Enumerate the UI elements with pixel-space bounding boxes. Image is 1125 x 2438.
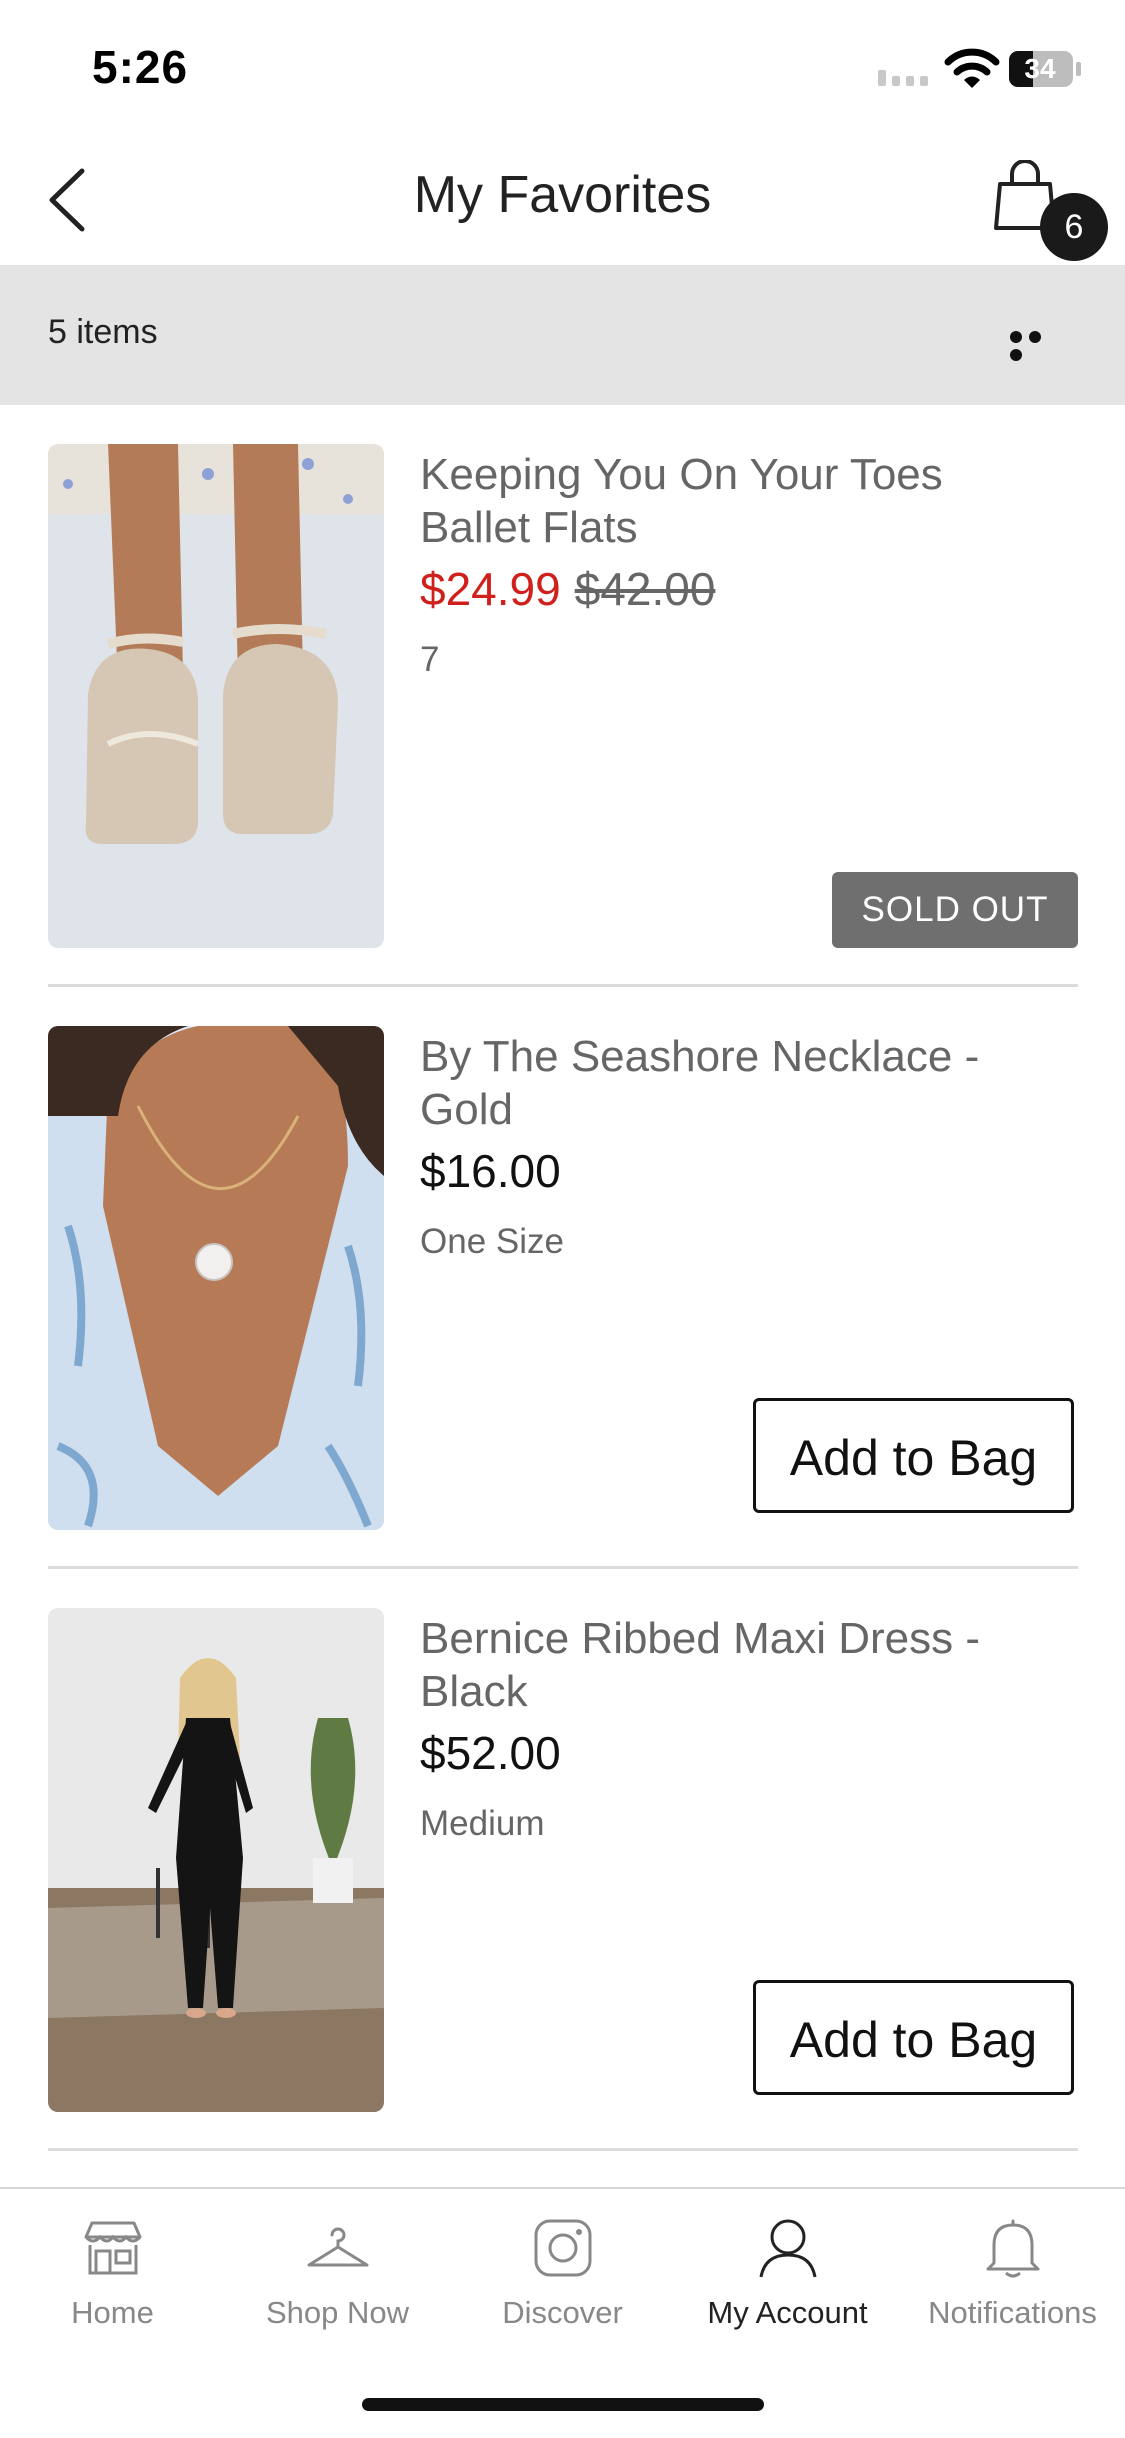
product-image[interactable] (48, 1026, 384, 1530)
tab-discover[interactable]: Discover (450, 2189, 675, 2349)
page-title: My Favorites (413, 166, 712, 224)
price-row: $24.99 $42.00 (420, 562, 715, 616)
product-image[interactable] (48, 1608, 384, 2112)
product-size: 7 (420, 640, 440, 679)
price: $52.00 (420, 1727, 561, 1779)
product-image[interactable] (48, 444, 384, 948)
price: $16.00 (420, 1145, 561, 1197)
product-name[interactable]: By The Seashore Necklace - Gold (420, 1030, 1000, 1136)
storefront-icon (84, 2221, 142, 2275)
items-count: 5 items (48, 313, 158, 351)
tab-label: Discover (502, 2295, 623, 2330)
product-size: Medium (420, 1804, 545, 1843)
wifi-icon (944, 48, 1000, 88)
tab-label: Notifications (928, 2295, 1097, 2330)
tab-label: Shop Now (265, 2295, 410, 2330)
tab-label: My Account (707, 2295, 868, 2330)
items-summary-bar: 5 items (0, 265, 1125, 405)
price-row: $52.00 (420, 1726, 561, 1780)
sold-out-badge: SOLD OUT (832, 872, 1078, 948)
product-size: One Size (420, 1222, 564, 1261)
original-price: $42.00 (574, 563, 716, 615)
battery-icon: 34 (1008, 50, 1084, 88)
add-to-bag-button[interactable]: Add to Bag (753, 1980, 1074, 2095)
cellular-signal-icon (878, 70, 928, 86)
add-to-bag-button[interactable]: Add to Bag (753, 1398, 1074, 1513)
price-row: $16.00 (420, 1144, 561, 1198)
battery-level: 34 (1024, 53, 1056, 84)
favorite-item[interactable]: Keeping You On Your Toes Ballet Flats $2… (48, 444, 1078, 1026)
divider (48, 1566, 1078, 1569)
divider (48, 2148, 1078, 2151)
more-options-icon[interactable] (1010, 330, 1064, 361)
tab-my-account[interactable]: My Account (675, 2189, 900, 2349)
sale-price: $24.99 (420, 563, 561, 615)
divider (48, 984, 1078, 987)
home-indicator (362, 2398, 764, 2411)
product-name[interactable]: Bernice Ribbed Maxi Dress - Black (420, 1612, 1000, 1718)
tab-shop-now[interactable]: Shop Now (225, 2189, 450, 2349)
navigation-header: My Favorites 6 (0, 135, 1125, 265)
bag-count-badge[interactable]: 6 (1040, 193, 1108, 261)
instagram-icon (534, 2219, 592, 2277)
bell-icon (986, 2219, 1040, 2278)
favorite-item[interactable]: Bernice Ribbed Maxi Dress - Black $52.00… (48, 1608, 1078, 2190)
tab-label: Home (71, 2295, 154, 2330)
tab-notifications[interactable]: Notifications (900, 2189, 1125, 2349)
favorite-item[interactable]: By The Seashore Necklace - Gold $16.00 O… (48, 1026, 1078, 1608)
product-name[interactable]: Keeping You On Your Toes Ballet Flats (420, 448, 1000, 554)
status-bar: 5:26 34 (0, 0, 1125, 135)
hanger-icon (307, 2227, 369, 2267)
person-icon (759, 2219, 817, 2278)
tab-home[interactable]: Home (0, 2189, 225, 2349)
status-time: 5:26 (92, 41, 189, 93)
